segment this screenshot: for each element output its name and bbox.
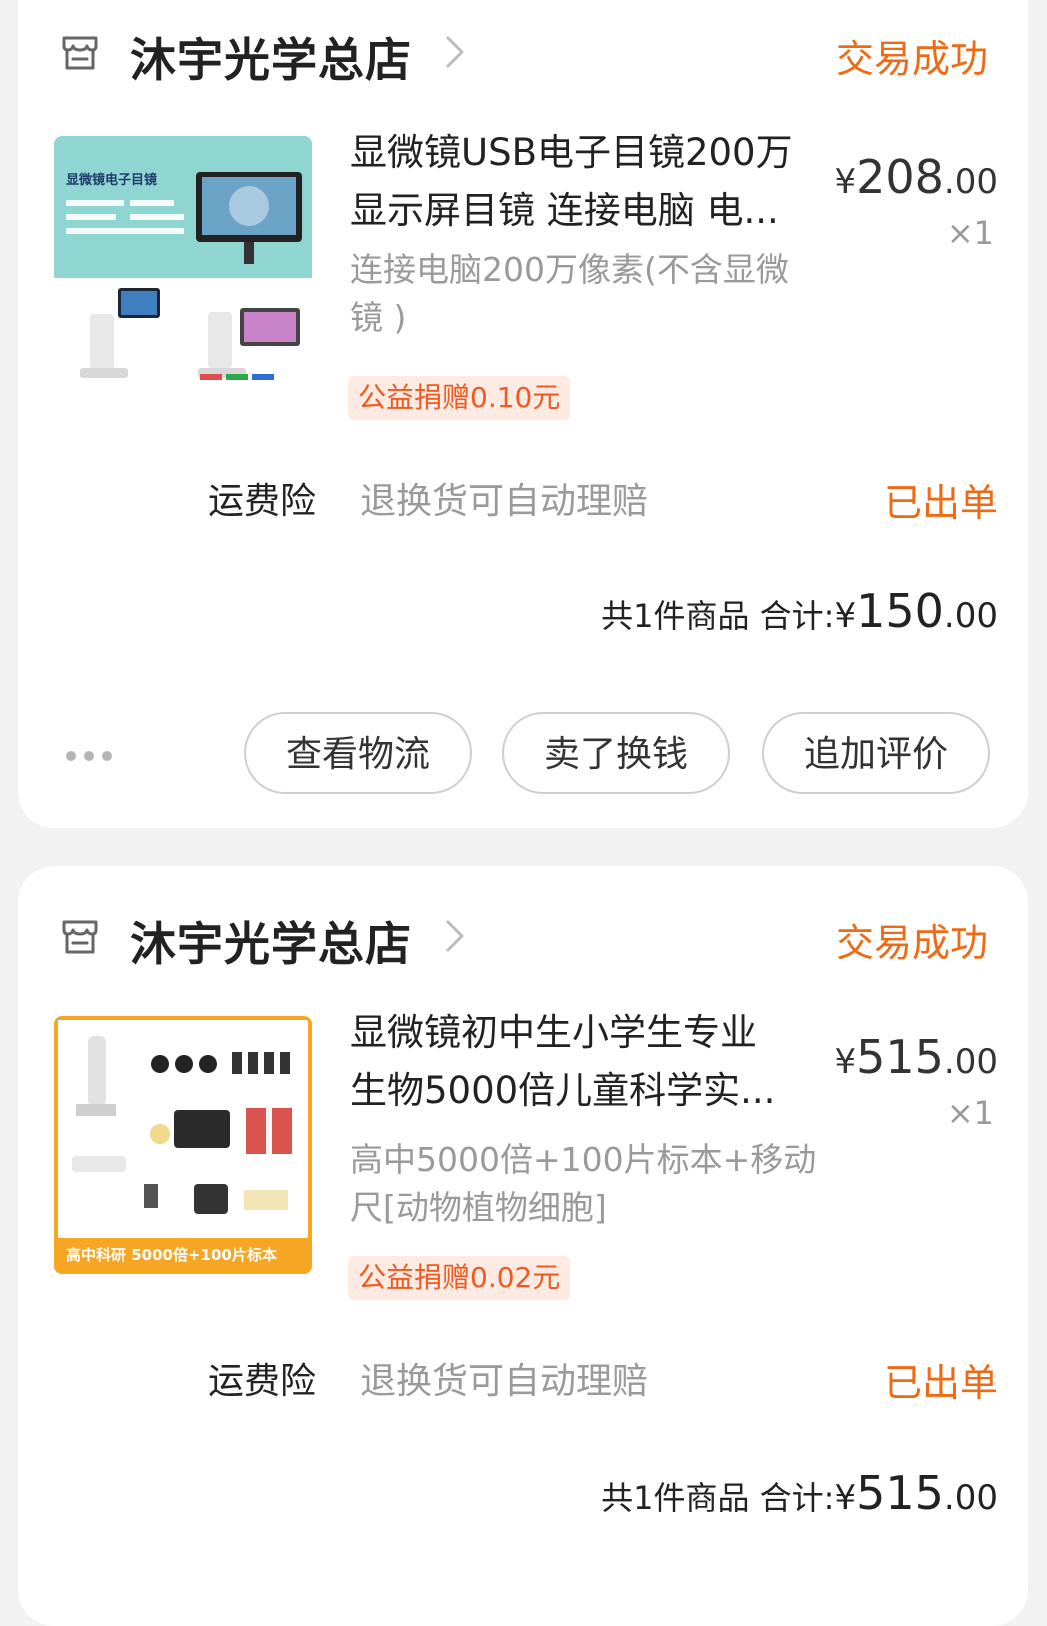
- order-total: 共1件商品 合计:¥515.00: [601, 1466, 998, 1520]
- price-decimal: .00: [943, 162, 998, 202]
- product-thumbnail[interactable]: 显微镜电子目镜: [54, 136, 312, 394]
- insurance-status: 已出单: [883, 481, 998, 525]
- chevron-right-icon[interactable]: [444, 34, 466, 70]
- order-header: 沐宇光学总店 交易成功: [18, 906, 1028, 971]
- thumb-caption: 显微镜电子目镜: [66, 172, 157, 188]
- price-symbol: ¥: [834, 1042, 857, 1082]
- store-name[interactable]: 沐宇光学总店: [130, 24, 412, 90]
- product-title[interactable]: 显微镜USB电子目镜200万 显示屏目镜 连接电脑 电...: [350, 124, 820, 240]
- insurance-desc: 退换货可自动理赔: [360, 481, 649, 522]
- store-name[interactable]: 沐宇光学总店: [130, 908, 412, 974]
- shipping-insurance-row: 运费险 退换货可自动理赔 已出单: [18, 472, 1028, 525]
- chevron-right-icon[interactable]: [444, 918, 466, 954]
- product-thumbnail[interactable]: 高中科研 5000倍+100片标本: [54, 1016, 312, 1274]
- add-review-button[interactable]: 追加评价: [762, 712, 990, 794]
- donation-badge: 公益捐赠0.02元: [348, 1256, 571, 1300]
- order-card[interactable]: 沐宇光学总店 交易成功 显微镜电子目镜 显微镜USB电子目镜200万 显示屏目镜…: [18, 0, 1028, 828]
- total-integer: 515: [856, 1466, 944, 1520]
- product-spec-line: 连接电脑200万像素(不含显微: [350, 250, 789, 289]
- order-card[interactable]: 沐宇光学总店 交易成功 高中科研 5000倍+100片标本 显微镜初中生小学生专…: [18, 866, 1028, 1626]
- price-integer: 208: [856, 150, 944, 204]
- price-symbol: ¥: [834, 162, 857, 202]
- insurance-desc: 退换货可自动理赔: [360, 1361, 649, 1402]
- insurance-label: 运费险: [208, 481, 317, 522]
- total-decimal: .00: [943, 596, 998, 636]
- unit-price: ¥515.00: [834, 1030, 998, 1084]
- total-label: 共1件商品 合计:: [601, 1479, 835, 1517]
- product-title-line: 显微镜初中生小学生专业: [350, 1011, 757, 1054]
- total-decimal: .00: [943, 1478, 998, 1518]
- unit-price: ¥208.00: [834, 150, 998, 204]
- product-title[interactable]: 显微镜初中生小学生专业 生物5000倍儿童科学实...: [350, 1004, 820, 1120]
- product-title-line: 显示屏目镜 连接电脑 电...: [350, 189, 779, 232]
- quantity: ×1: [946, 214, 994, 252]
- insurance-label: 运费险: [208, 1361, 317, 1402]
- donation-badge: 公益捐赠0.10元: [348, 376, 571, 420]
- product-spec-line: 尺[动物植物细胞]: [350, 1188, 607, 1227]
- store-icon: [62, 36, 98, 70]
- quantity: ×1: [946, 1094, 994, 1132]
- order-status: 交易成功: [835, 37, 988, 81]
- total-label: 共1件商品 合计:: [601, 597, 835, 635]
- product-image: 显微镜电子目镜: [54, 136, 312, 394]
- order-total: 共1件商品 合计:¥150.00: [601, 584, 998, 638]
- store-icon: [62, 920, 98, 954]
- total-symbol: ¥: [834, 1478, 857, 1518]
- price-integer: 515: [856, 1030, 944, 1084]
- product-spec: 高中5000倍+100片标本+移动 尺[动物植物细胞]: [350, 1136, 840, 1232]
- product-title-line: 生物5000倍儿童科学实...: [350, 1069, 776, 1112]
- total-integer: 150: [856, 584, 944, 638]
- order-status: 交易成功: [835, 921, 988, 965]
- product-spec-line: 高中5000倍+100片标本+移动: [350, 1140, 817, 1179]
- shipping-insurance-row: 运费险 退换货可自动理赔 已出单: [18, 1352, 1028, 1405]
- product-spec-line: 镜 ): [350, 298, 407, 337]
- view-logistics-button[interactable]: 查看物流: [244, 712, 472, 794]
- price-decimal: .00: [943, 1042, 998, 1082]
- total-symbol: ¥: [834, 596, 857, 636]
- resell-button[interactable]: 卖了换钱: [502, 712, 730, 794]
- product-title-line: 显微镜USB电子目镜200万: [350, 131, 793, 174]
- insurance-status: 已出单: [883, 1361, 998, 1405]
- thumb-caption: 高中科研 5000倍+100片标本: [66, 1246, 277, 1264]
- more-dots-icon[interactable]: [66, 746, 122, 761]
- order-header: 沐宇光学总店 交易成功: [18, 22, 1028, 87]
- product-image: 高中科研 5000倍+100片标本: [54, 1016, 312, 1274]
- product-spec: 连接电脑200万像素(不含显微 镜 ): [350, 246, 840, 342]
